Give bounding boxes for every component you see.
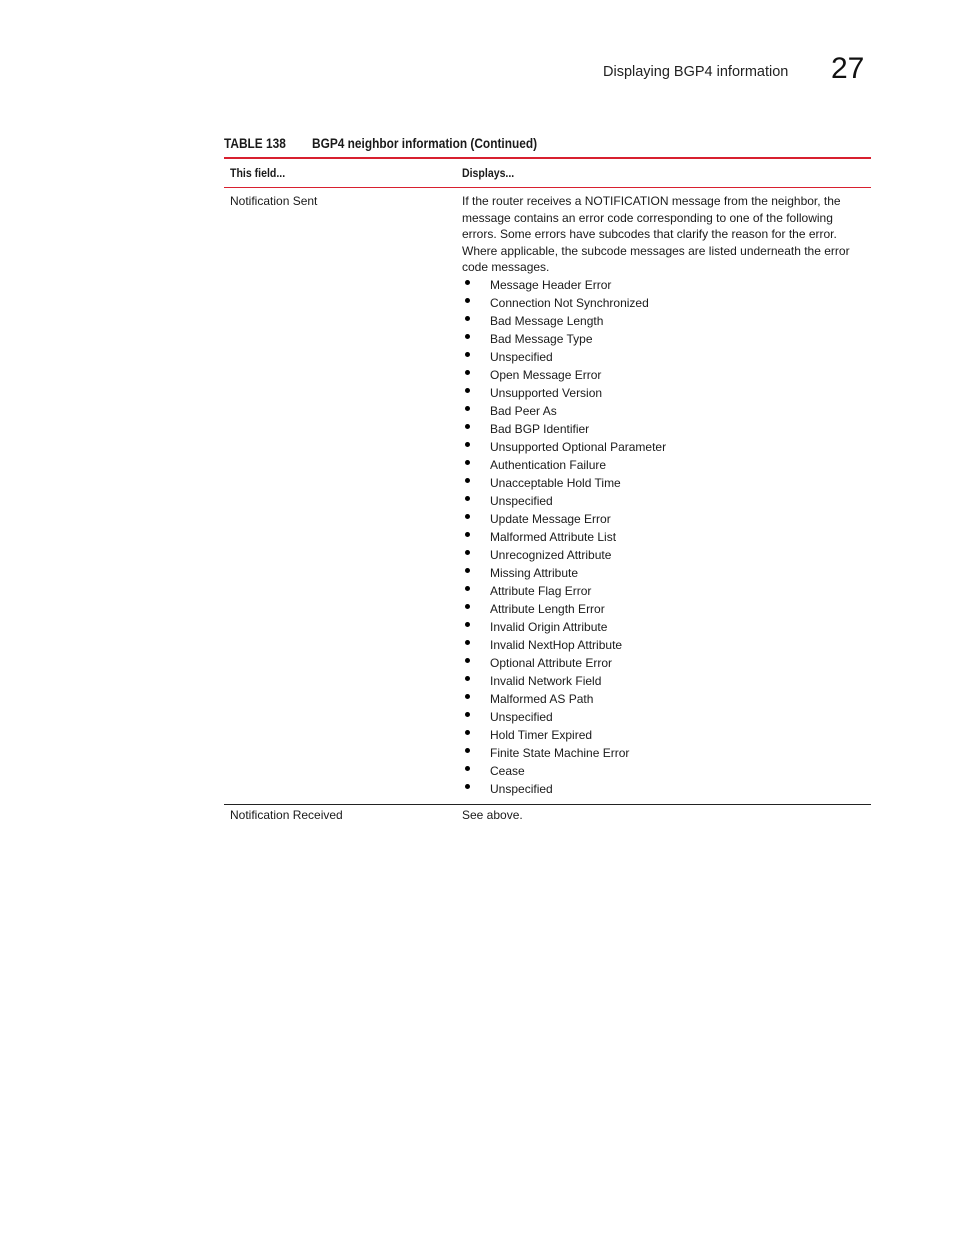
list-item: Invalid Origin Attribute xyxy=(462,618,871,636)
list-item: Unspecified xyxy=(462,780,871,798)
list-item: Invalid NextHop Attribute xyxy=(462,636,871,654)
table-number: TABLE 138 xyxy=(224,136,286,151)
field-cell: Notification Sent xyxy=(230,194,318,208)
list-item: Cease xyxy=(462,762,871,780)
table-header-row: This field... Displays... xyxy=(224,159,871,187)
list-item: Unrecognized Attribute xyxy=(462,546,871,564)
displays-cell: See above. xyxy=(462,807,523,822)
list-item: Message Header Error xyxy=(462,276,871,294)
error-code-list: Message Header Error Connection Not Synch… xyxy=(462,276,871,798)
displays-cell: If the router receives a NOTIFICATION me… xyxy=(456,191,871,798)
list-item: Unacceptable Hold Time xyxy=(462,474,871,492)
list-item: Malformed AS Path xyxy=(462,690,871,708)
list-item: Unspecified xyxy=(462,708,871,726)
list-item: Bad Message Type xyxy=(462,330,871,348)
list-item: Bad Peer As xyxy=(462,402,871,420)
list-item: Unsupported Optional Parameter xyxy=(462,438,871,456)
list-item: Hold Timer Expired xyxy=(462,726,871,744)
chapter-number: 27 xyxy=(831,52,865,85)
list-item: Unsupported Version xyxy=(462,384,871,402)
list-item: Unspecified xyxy=(462,348,871,366)
list-item: Unspecified xyxy=(462,492,871,510)
list-item: Finite State Machine Error xyxy=(462,744,871,762)
list-item: Open Message Error xyxy=(462,366,871,384)
bgp4-neighbor-table: This field... Displays... Notification S… xyxy=(224,157,871,823)
column-header-field: This field... xyxy=(230,166,286,180)
list-item: Missing Attribute xyxy=(462,564,871,582)
column-header-displays: Displays... xyxy=(462,166,515,180)
list-item: Invalid Network Field xyxy=(462,672,871,690)
table-row: Notification Sent If the router receives… xyxy=(224,188,871,804)
list-item: Bad Message Length xyxy=(462,312,871,330)
list-item: Malformed Attribute List xyxy=(462,528,871,546)
list-item: Attribute Flag Error xyxy=(462,582,871,600)
list-item: Attribute Length Error xyxy=(462,600,871,618)
list-item: Authentication Failure xyxy=(462,456,871,474)
running-header-title: Displaying BGP4 information xyxy=(603,64,789,80)
field-cell: Notification Received xyxy=(230,807,343,822)
list-item: Bad BGP Identifier xyxy=(462,420,871,438)
list-item: Update Message Error xyxy=(462,510,871,528)
table-caption: TABLE 138 BGP4 neighbor information (Cont… xyxy=(224,136,537,151)
list-item: Connection Not Synchronized xyxy=(462,294,871,312)
table-row: Notification Received See above. xyxy=(224,805,871,823)
table-title: BGP4 neighbor information (Continued) xyxy=(312,136,538,151)
description-text: If the router receives a NOTIFICATION me… xyxy=(462,194,850,275)
list-item: Optional Attribute Error xyxy=(462,654,871,672)
